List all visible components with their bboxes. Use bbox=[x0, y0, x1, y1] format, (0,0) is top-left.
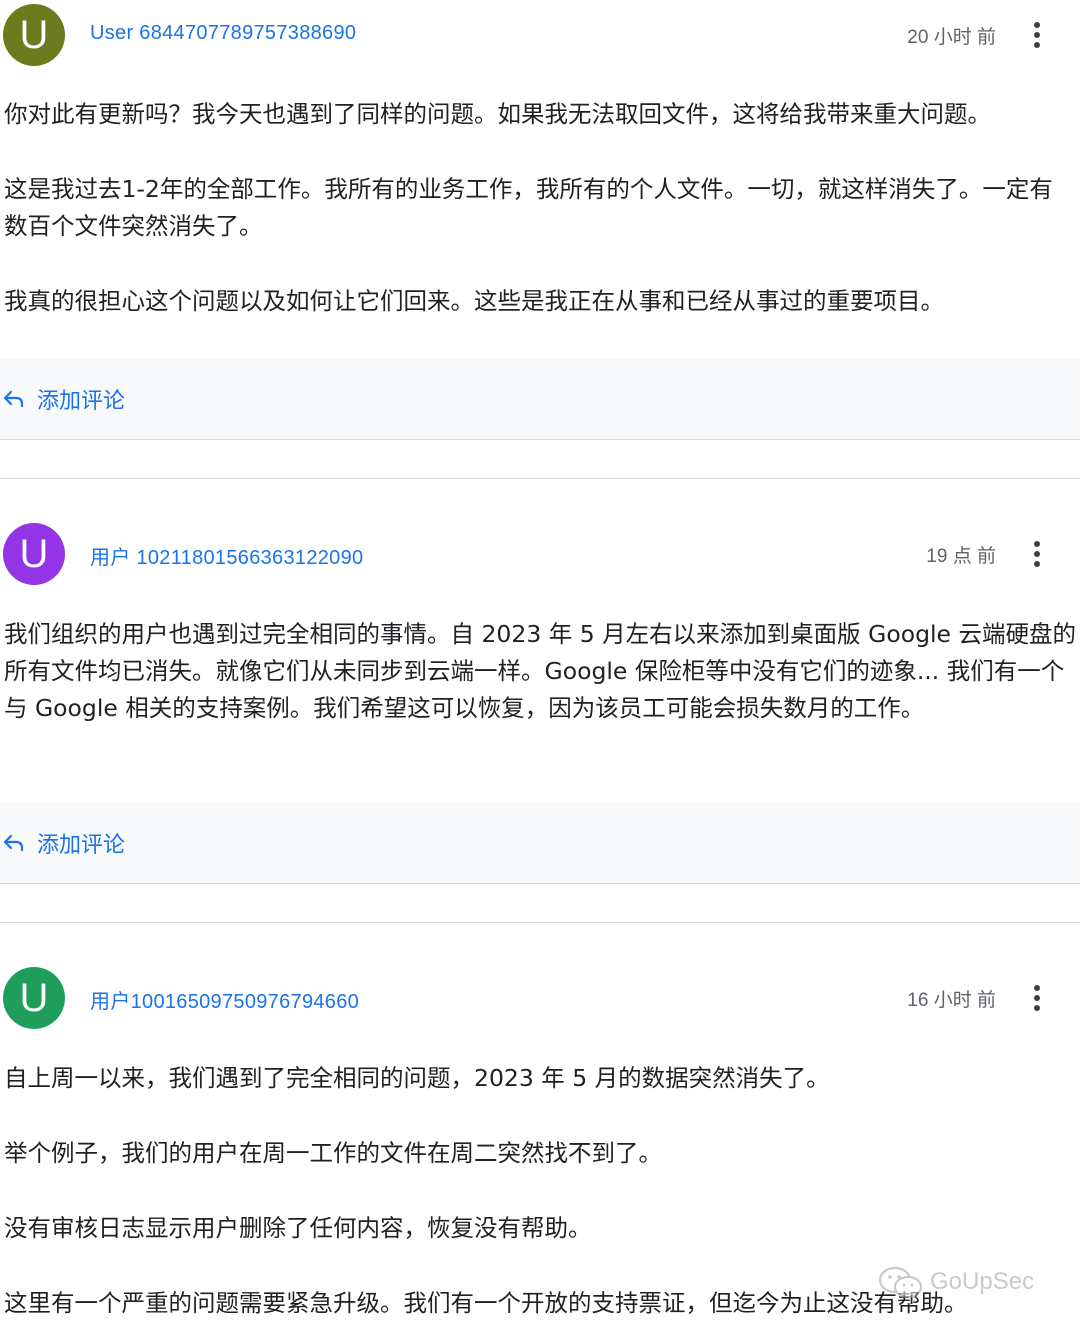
divider bbox=[0, 922, 1080, 923]
avatar[interactable]: U bbox=[3, 4, 65, 66]
post-paragraph: 我们组织的用户也遇到过完全相同的事情。自 2023 年 5 月左右以来添加到桌面… bbox=[4, 620, 1076, 722]
post-paragraph: 举个例子，我们的用户在周一工作的文件在周二突然找不到了。 bbox=[4, 1139, 662, 1167]
post-timestamp: 19 点 前 bbox=[926, 546, 996, 567]
add-comment-button[interactable]: 添加评论 bbox=[37, 827, 125, 859]
post-2: U 用户 10211801566363122090 19 点 前 我们组织的用户… bbox=[0, 519, 1080, 727]
comment-bar: 添加评论 bbox=[0, 803, 1080, 884]
post-paragraph: 这是我过去1-2年的全部工作。我所有的业务工作，我所有的个人文件。一切，就这样消… bbox=[4, 175, 1053, 240]
reply-icon[interactable] bbox=[2, 387, 26, 411]
post-paragraph: 我真的很担心这个问题以及如何让它们回来。这些是我正在从事和已经从事过的重要项目。 bbox=[4, 287, 944, 315]
more-vert-icon[interactable] bbox=[1027, 539, 1047, 569]
more-vert-icon[interactable] bbox=[1027, 983, 1047, 1013]
more-vert-icon[interactable] bbox=[1027, 20, 1047, 50]
avatar[interactable]: U bbox=[3, 967, 65, 1029]
post-header: U User 6844707789757388690 20 小时 前 bbox=[0, 0, 1080, 70]
post-body: 你对此有更新吗？我今天也遇到了同样的问题。如果我无法取回文件，这将给我带来重大问… bbox=[0, 96, 1080, 320]
post-timestamp: 20 小时 前 bbox=[907, 27, 996, 48]
username-link[interactable]: 用户 10211801566363122090 bbox=[90, 541, 363, 570]
comment-bar: 添加评论 bbox=[0, 359, 1080, 440]
watermark-text: GoUpSec bbox=[930, 1268, 1035, 1295]
divider bbox=[0, 478, 1080, 479]
post-paragraph: 你对此有更新吗？我今天也遇到了同样的问题。如果我无法取回文件，这将给我带来重大问… bbox=[4, 100, 991, 128]
wechat-icon bbox=[878, 1266, 923, 1299]
username-link[interactable]: 用户10016509750976794660 bbox=[90, 985, 359, 1014]
post-paragraph: 没有审核日志显示用户删除了任何内容，恢复没有帮助。 bbox=[4, 1214, 592, 1242]
add-comment-button[interactable]: 添加评论 bbox=[37, 383, 125, 415]
post-timestamp: 16 小时 前 bbox=[907, 990, 996, 1011]
reply-icon[interactable] bbox=[2, 831, 26, 855]
username-link[interactable]: User 6844707789757388690 bbox=[90, 22, 356, 45]
avatar[interactable]: U bbox=[3, 523, 65, 585]
post-header: U 用户10016509750976794660 16 小时 前 bbox=[0, 963, 1080, 1033]
post-paragraph: 自上周一以来，我们遇到了完全相同的问题，2023 年 5 月的数据突然消失了。 bbox=[4, 1064, 830, 1092]
post-body: 我们组织的用户也遇到过完全相同的事情。自 2023 年 5 月左右以来添加到桌面… bbox=[0, 616, 1080, 727]
post-1: U User 6844707789757388690 20 小时 前 你对此有更… bbox=[0, 0, 1080, 320]
post-header: U 用户 10211801566363122090 19 点 前 bbox=[0, 519, 1080, 589]
